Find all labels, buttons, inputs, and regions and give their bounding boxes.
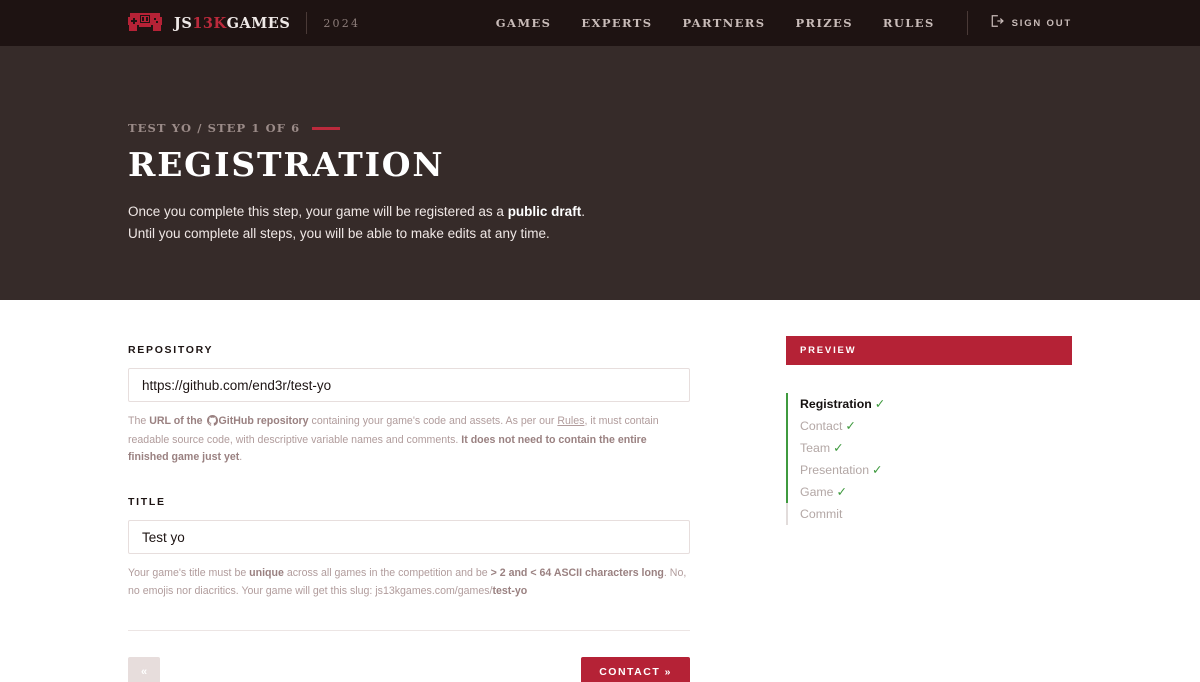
title-hint-text-2: across all games in the competition and … xyxy=(283,567,491,580)
sign-out-label: Sign out xyxy=(1011,17,1072,29)
hint-bold-2: GitHub repository xyxy=(218,415,309,427)
brand-accent: 13K xyxy=(192,14,227,32)
step-label: Team xyxy=(800,441,831,455)
title-hint: Your game's title must be unique across … xyxy=(128,565,690,599)
step-check-icon: ✓ xyxy=(833,441,844,455)
step-item-team[interactable]: Team ✓ xyxy=(800,437,1072,459)
step-item-contact[interactable]: Contact ✓ xyxy=(800,415,1072,437)
steps-progress-bar-done xyxy=(786,393,788,503)
title-hint-bold-2: > 2 and < 64 ASCII characters long xyxy=(490,567,664,580)
step-item-presentation[interactable]: Presentation ✓ xyxy=(800,459,1072,481)
sign-out-button[interactable]: Sign out xyxy=(990,14,1072,33)
nav-link-experts[interactable]: Experts xyxy=(581,16,652,30)
preview-sidebar: Preview Registration ✓ Contact ✓ Team ✓ Pre… xyxy=(786,300,1072,682)
step-check-icon: ✓ xyxy=(872,463,883,477)
step-check-icon: ✓ xyxy=(845,419,856,433)
sign-out-icon xyxy=(990,14,1004,33)
step-label: Contact xyxy=(800,419,843,433)
step-item-commit[interactable]: Commit xyxy=(800,503,1072,525)
preview-header-label: Preview xyxy=(800,345,857,356)
hint-bold-1: URL of the xyxy=(149,415,206,427)
github-icon xyxy=(206,415,218,432)
hero-desc-line2: Until you complete all steps, you will b… xyxy=(128,226,550,242)
back-button[interactable]: « xyxy=(128,656,160,682)
hero-desc-part2: . xyxy=(581,204,585,220)
nav-link-games[interactable]: Games xyxy=(496,16,552,30)
steps-progress-bar-todo xyxy=(786,503,788,525)
breadcrumb: Test yo / Step 1 of 6 xyxy=(128,46,1072,135)
brand-suffix: GAMES xyxy=(226,14,291,32)
registration-form: Repository The URL of the GitHub reposit… xyxy=(128,300,690,682)
step-label: Game xyxy=(800,485,834,499)
step-check-icon: ✓ xyxy=(874,397,886,411)
hint-text-2: containing your game's code and assets. … xyxy=(308,415,558,427)
main-nav: Games Experts Partners Prizes Rules xyxy=(496,16,935,30)
form-actions: « Contact » xyxy=(128,656,690,682)
step-item-registration[interactable]: Registration ✓ xyxy=(800,393,1072,415)
title-field-block: Title Your game's title must be unique a… xyxy=(128,496,690,599)
hero-description: Once you complete this step, your game w… xyxy=(128,201,1072,245)
title-hint-bold-1: unique xyxy=(249,567,284,580)
top-navbar: JS13KGAMES 2024 Games Experts Partners P… xyxy=(0,0,1200,46)
page-title: Registration xyxy=(128,145,445,184)
repository-label: Repository xyxy=(128,344,214,356)
brand-divider xyxy=(306,12,308,34)
step-item-game[interactable]: Game ✓ xyxy=(800,481,1072,503)
main-content: Repository The URL of the GitHub reposit… xyxy=(0,300,1200,682)
form-divider xyxy=(128,629,690,631)
hint-text-1: The xyxy=(128,415,150,427)
hint-text-4: . xyxy=(239,451,243,464)
nav-link-partners[interactable]: Partners xyxy=(682,16,765,30)
repository-input[interactable] xyxy=(128,368,690,402)
hero-desc-part1: Once you complete this step, your game w… xyxy=(128,204,508,220)
title-hint-text-1: Your game's title must be xyxy=(128,567,250,580)
nav-divider xyxy=(966,11,968,35)
brand-prefix: JS xyxy=(174,14,193,32)
brand-logo[interactable]: JS13KGAMES xyxy=(128,9,290,38)
nav-link-rules[interactable]: Rules xyxy=(883,16,935,30)
step-label: Presentation xyxy=(800,463,870,477)
repository-field-block: Repository The URL of the GitHub reposit… xyxy=(128,344,690,466)
step-label: Commit xyxy=(800,507,843,521)
preview-header: Preview xyxy=(786,336,1072,365)
steps-list: Registration ✓ Contact ✓ Team ✓ Presentatio… xyxy=(786,393,1072,525)
brand-year: 2024 xyxy=(323,16,361,30)
step-check-icon: ✓ xyxy=(836,485,847,499)
hero-section: Test yo / Step 1 of 6 Registration Once … xyxy=(0,46,1200,300)
title-label: Title xyxy=(128,496,166,509)
hero-desc-bold: public draft xyxy=(507,204,582,220)
breadcrumb-text: Test yo / Step 1 of 6 xyxy=(128,121,301,135)
gamepad-icon xyxy=(128,9,162,38)
hint-rules-link[interactable]: Rules xyxy=(557,415,584,427)
step-label: Registration xyxy=(800,397,872,411)
brand-name: JS13KGAMES xyxy=(174,15,290,32)
title-input[interactable] xyxy=(128,520,690,555)
repository-hint: The URL of the GitHub repository contain… xyxy=(128,413,690,466)
title-hint-slug: test-yo xyxy=(492,584,528,597)
breadcrumb-dash xyxy=(312,126,341,130)
navbar-right: Games Experts Partners Prizes Rules Sign… xyxy=(496,11,1072,35)
next-contact-button[interactable]: Contact » xyxy=(581,656,690,682)
nav-link-prizes[interactable]: Prizes xyxy=(795,16,852,30)
